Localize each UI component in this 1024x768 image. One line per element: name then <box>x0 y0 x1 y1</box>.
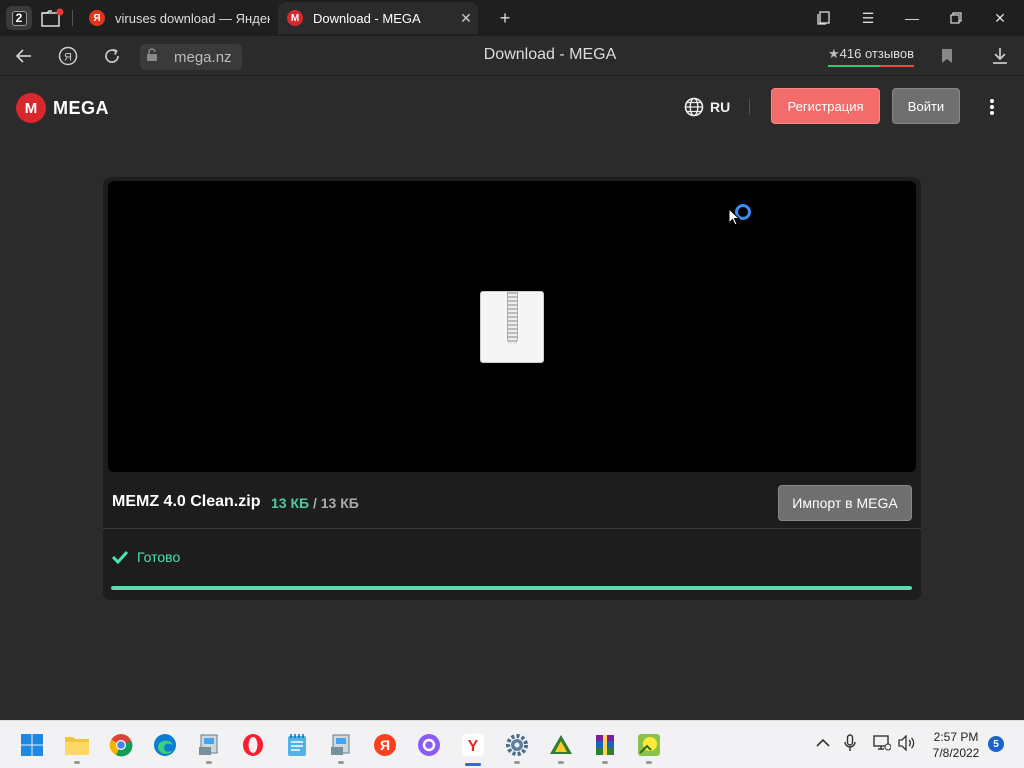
mouse-cursor-icon <box>728 208 740 226</box>
tab-counter-button[interactable]: 2 <box>6 6 32 30</box>
zipper-icon <box>507 292 518 344</box>
total-size: 13 КБ <box>320 495 359 511</box>
mega-header: M MEGA RU Регистрация Войти <box>0 77 1024 139</box>
volume-icon[interactable] <box>898 734 916 754</box>
file-name: MEMZ 4.0 Clean.zip <box>112 493 261 510</box>
edge-icon[interactable] <box>151 731 179 759</box>
address-bar: Я mega.nz Download - MEGA ★416 отзывов <box>0 36 1024 76</box>
notification-badge[interactable]: 5 <box>988 736 1004 752</box>
tab-title: Download - MEGA <box>313 10 421 26</box>
download-card: MEMZ 4.0 Clean.zip 13 КБ / 13 КБ Импорт … <box>103 177 921 600</box>
running-indicator <box>206 761 212 764</box>
reload-icon[interactable] <box>100 44 124 68</box>
close-tab-icon[interactable]: ✕ <box>454 10 478 27</box>
running-indicator <box>558 761 564 764</box>
file-size: 13 КБ / 13 КБ <box>271 495 359 511</box>
running-indicator <box>602 761 608 764</box>
network-icon[interactable] <box>873 735 892 754</box>
register-button[interactable]: Регистрация <box>771 88 880 124</box>
tab-yandex-search[interactable]: Я viruses download — Яндекс <box>80 2 270 34</box>
star-icon: ★ <box>828 46 840 61</box>
running-indicator <box>514 761 520 764</box>
system-clock[interactable]: 2:57 PM 7/8/2022 <box>925 729 987 761</box>
active-app-indicator <box>465 763 481 766</box>
collections-icon[interactable] <box>802 0 846 36</box>
mega-favicon-icon: M <box>287 10 303 26</box>
back-arrow-icon[interactable] <box>12 44 36 68</box>
yandex-favicon-icon: Я <box>89 10 105 26</box>
size-separator: / <box>312 495 317 511</box>
new-tab-button[interactable]: + <box>492 6 518 30</box>
alice-icon[interactable] <box>415 731 443 759</box>
game-icon[interactable] <box>635 731 663 759</box>
clock-time: 2:57 PM <box>933 730 979 744</box>
language-selector[interactable]: RU <box>684 97 730 117</box>
more-menu-icon[interactable] <box>982 96 1002 118</box>
reviews-badge[interactable]: ★416 отзывов <box>828 46 915 67</box>
tab-title: viruses download — Яндекс <box>115 10 270 26</box>
show-hidden-icons-chevron-icon[interactable] <box>816 735 830 751</box>
file-info-bar: MEMZ 4.0 Clean.zip 13 КБ / 13 КБ Импорт … <box>103 477 921 529</box>
running-indicator <box>646 761 652 764</box>
running-indicator <box>338 761 344 764</box>
browser-tab-strip: 2 Я viruses download — Яндекс M Download… <box>0 0 1024 36</box>
page-title: Download - MEGA <box>483 46 617 63</box>
yandex-home-icon[interactable]: Я <box>56 44 80 68</box>
globe-icon <box>684 97 704 117</box>
login-button[interactable]: Войти <box>892 88 960 124</box>
setup-icon[interactable] <box>195 731 223 759</box>
close-window-icon[interactable]: ✕ <box>978 0 1022 36</box>
settings-icon[interactable] <box>503 731 531 759</box>
winrar-icon[interactable] <box>591 731 619 759</box>
language-label: RU <box>710 99 731 115</box>
lock-icon[interactable] <box>146 47 162 67</box>
yandex-browser-icon[interactable]: Y <box>459 731 487 759</box>
mega-logo[interactable]: M MEGA <box>16 93 109 123</box>
zip-file-icon <box>480 291 544 363</box>
downloaded-size: 13 КБ <box>271 495 310 511</box>
bookmark-icon[interactable] <box>935 44 959 68</box>
download-status: Готово <box>111 549 180 565</box>
tab-separator <box>72 10 73 26</box>
xmeters-icon[interactable] <box>547 731 575 759</box>
progress-fill <box>111 586 912 590</box>
mega-logo-icon: M <box>16 93 46 123</box>
start-icon[interactable] <box>18 731 46 759</box>
url-text: mega.nz <box>174 48 232 66</box>
file-explorer-icon[interactable] <box>63 731 91 759</box>
svg-text:Я: Я <box>380 737 390 753</box>
yandex-icon[interactable]: Я <box>371 731 399 759</box>
menu-icon[interactable]: ☰ <box>846 0 890 36</box>
windows-taskbar: Я Y 2:57 PM 7/8/2022 5 <box>0 720 1024 768</box>
opera-icon[interactable] <box>239 731 267 759</box>
reviews-count: 416 отзывов <box>839 46 915 61</box>
svg-text:Я: Я <box>64 52 72 64</box>
tab-counter: 2 <box>11 10 27 26</box>
header-divider <box>749 99 750 115</box>
url-field[interactable]: mega.nz <box>140 44 242 70</box>
mega-logo-text: MEGA <box>53 97 109 118</box>
setup2-icon[interactable] <box>327 731 355 759</box>
download-progress-bar <box>111 586 912 590</box>
svg-text:Y: Y <box>468 738 479 755</box>
import-to-mega-button[interactable]: Импорт в MEGA <box>778 485 912 521</box>
chrome-icon[interactable] <box>107 731 135 759</box>
restore-icon[interactable] <box>934 0 978 36</box>
minimize-icon[interactable]: — <box>890 0 934 36</box>
file-preview <box>108 181 916 472</box>
microphone-icon[interactable] <box>844 734 856 755</box>
notepad-icon[interactable] <box>283 731 311 759</box>
new-tab-folder-icon[interactable] <box>40 7 64 29</box>
tab-mega-download[interactable]: M Download - MEGA ✕ <box>278 2 478 34</box>
downloads-icon[interactable] <box>988 44 1012 68</box>
clock-date: 7/8/2022 <box>932 746 980 760</box>
status-text: Готово <box>137 549 181 565</box>
checkmark-icon <box>111 550 129 564</box>
running-indicator <box>74 761 80 764</box>
